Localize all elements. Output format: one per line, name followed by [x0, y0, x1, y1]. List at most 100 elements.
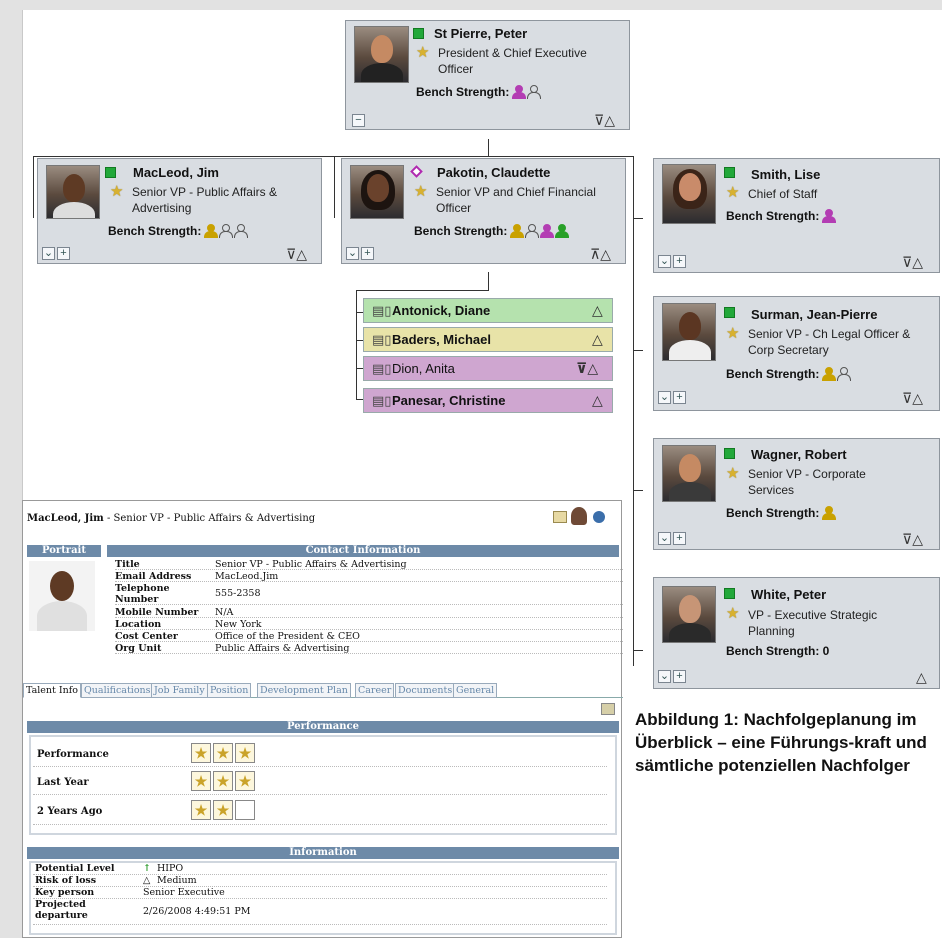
successor-menu-icon[interactable]: ⊽△: [902, 255, 923, 269]
successor-row[interactable]: ▤▯ Antonick, Diane △: [363, 298, 613, 323]
detail-header-name: MacLeod, Jim: [27, 513, 104, 524]
status-green-icon: [413, 28, 424, 39]
direct-report-card[interactable]: Pakotin, Claudette ★ Senior VP and Chief…: [341, 158, 626, 264]
person-icon: [540, 224, 555, 238]
tab-development-plan[interactable]: Development Plan: [257, 683, 351, 698]
portrait: [350, 165, 404, 219]
book-icon: ▤▯: [372, 332, 392, 347]
status-green-icon: [105, 167, 116, 178]
print-icon[interactable]: [601, 703, 615, 715]
successor-menu-icon[interactable]: △: [916, 670, 927, 684]
person-icon: [219, 224, 234, 238]
expand-plus-button[interactable]: +: [673, 670, 686, 683]
employee-title-line2: Services: [748, 483, 795, 497]
figure-caption: Abbildung 1: Nachfolgeplanung im Überbli…: [635, 710, 927, 775]
employee-title-line1: Senior VP - Ch Legal Officer &: [748, 327, 911, 341]
status-green-icon: [724, 448, 735, 459]
tab-talent-info[interactable]: Talent Info: [23, 683, 81, 698]
tab-position[interactable]: Position: [207, 683, 252, 698]
successor-name: Baders, Michael: [392, 332, 491, 347]
successor-menu-icon[interactable]: ⊽△: [576, 361, 598, 375]
tab-job-family[interactable]: Job Family: [151, 683, 208, 698]
contact-row: Cost Center Office of the President & CEO: [115, 631, 623, 642]
expand-down-button[interactable]: ⌄: [658, 532, 671, 545]
person-icon: [555, 224, 570, 238]
successor-row[interactable]: ▤▯ Baders, Michael △: [363, 327, 613, 352]
successor-menu-icon[interactable]: ⊽△: [594, 113, 615, 127]
book-icon: ▤▯: [372, 393, 392, 408]
globe-icon[interactable]: [593, 511, 605, 523]
bench-strength-label: Bench Strength: 0: [726, 644, 830, 658]
contact-row: Mobile Number N/A: [115, 607, 623, 618]
direct-report-card[interactable]: MacLeod, Jim ★ Senior VP - Public Affair…: [37, 158, 322, 264]
portrait: [662, 303, 716, 361]
expand-plus-button[interactable]: +: [673, 532, 686, 545]
successor-name: Antonick, Diane: [392, 303, 491, 318]
employee-name: Smith, Lise: [751, 167, 821, 182]
expand-plus-button[interactable]: +: [673, 255, 686, 268]
status-green-icon: [724, 307, 735, 318]
direct-report-card[interactable]: Surman, Jean-Pierre ★ Senior VP - Ch Leg…: [653, 296, 940, 411]
bench-strength-label: Bench Strength:: [414, 224, 508, 238]
expand-down-button[interactable]: ⌄: [346, 247, 359, 260]
person-icon: [822, 367, 837, 381]
information-row: Risk of loss △ Medium: [33, 875, 607, 887]
direct-report-card[interactable]: White, Peter ★ VP - Executive Strategic …: [653, 577, 940, 689]
employee-name: Pakotin, Claudette: [437, 165, 551, 180]
tab-documents[interactable]: Documents: [395, 683, 456, 698]
bench-strength: Bench Strength: 0: [726, 644, 829, 658]
employee-name: White, Peter: [751, 587, 827, 602]
expand-down-button[interactable]: ⌄: [658, 255, 671, 268]
direct-report-card[interactable]: Wagner, Robert ★ Senior VP - Corporate S…: [653, 438, 940, 550]
collapse-button[interactable]: −: [352, 114, 365, 127]
star-icon: ★: [416, 44, 430, 61]
employee-name: Wagner, Robert: [751, 447, 847, 462]
information-row: Potential Level ↑ HIPO: [33, 863, 607, 875]
expand-plus-button[interactable]: +: [361, 247, 374, 260]
book-icon: ▤▯: [372, 303, 392, 318]
employee-title-line2: Advertising: [132, 201, 192, 215]
direct-report-card[interactable]: Smith, Lise ★ Chief of Staff Bench Stren…: [653, 158, 940, 273]
status-green-icon: [724, 588, 735, 599]
tab-general[interactable]: General: [453, 683, 498, 698]
tab-qualifications[interactable]: Qualifications: [81, 683, 154, 698]
successor-row[interactable]: ▤▯ Dion, Anita ⊽△: [363, 356, 613, 381]
star-icon: ★: [726, 184, 740, 201]
employee-name: MacLeod, Jim: [133, 165, 219, 180]
star-icon: ★: [414, 183, 428, 200]
employee-title-line2: Planning: [748, 624, 795, 638]
expand-down-button[interactable]: ⌄: [658, 670, 671, 683]
successor-menu-icon[interactable]: ⊽△: [286, 247, 307, 261]
person-icon: [822, 209, 837, 223]
expand-down-button[interactable]: ⌄: [42, 247, 55, 260]
bench-strength-label: Bench Strength:: [726, 367, 820, 381]
successor-menu-icon[interactable]: △: [592, 393, 603, 407]
successor-menu-icon[interactable]: ⊽△: [902, 532, 923, 546]
expand-plus-button[interactable]: +: [673, 391, 686, 404]
successor-name: Panesar, Christine: [392, 393, 506, 408]
successor-menu-icon[interactable]: △: [592, 332, 603, 346]
contact-row: Title Senior VP - Public Affairs & Advert…: [115, 559, 623, 570]
portrait: [46, 165, 100, 219]
detail-portrait: [29, 561, 95, 631]
tab-career[interactable]: Career: [355, 683, 395, 698]
successor-menu-icon[interactable]: △: [592, 303, 603, 317]
information-row: Key person Senior Executive: [33, 887, 607, 899]
book-icon: ▤▯: [372, 361, 392, 376]
detail-header-title: - Senior VP - Public Affairs & Advertisi…: [103, 513, 316, 524]
expand-plus-button[interactable]: +: [57, 247, 70, 260]
bench-strength: Bench Strength:: [726, 209, 837, 223]
home-icon[interactable]: [553, 511, 567, 523]
successor-menu-icon[interactable]: ⊼△: [590, 247, 611, 261]
successor-menu-icon[interactable]: ⊽△: [902, 391, 923, 405]
successor-row[interactable]: ▤▯ Panesar, Christine △: [363, 388, 613, 413]
person-icon[interactable]: [571, 507, 587, 525]
employee-title-line1: Senior VP - Public Affairs &: [132, 185, 277, 199]
bench-strength: Bench Strength:: [726, 506, 837, 520]
bench-strength-label: Bench Strength:: [726, 209, 820, 223]
ceo-card[interactable]: St Pierre, Peter ★ President & Chief Exe…: [345, 20, 630, 130]
contact-row: Email Address MacLeod.Jim: [115, 571, 623, 582]
contact-row: Location New York: [115, 619, 623, 630]
expand-down-button[interactable]: ⌄: [658, 391, 671, 404]
contact-row: Telephone Number 555-2358: [115, 583, 623, 605]
